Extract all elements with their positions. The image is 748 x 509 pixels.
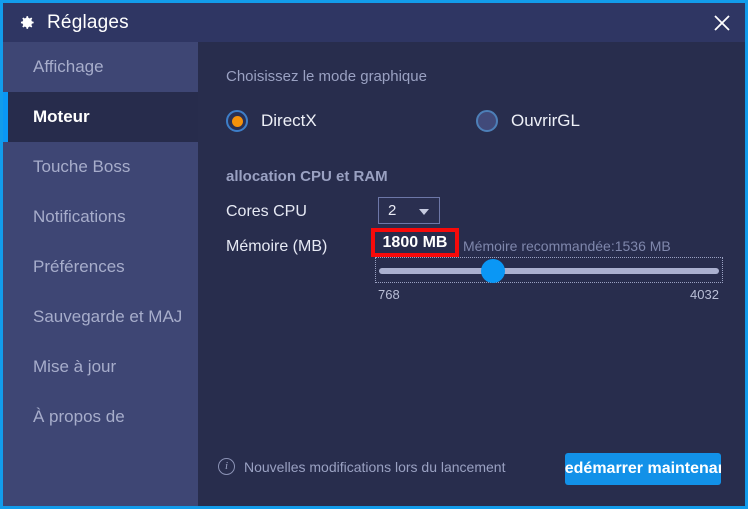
memory-slider-min-label: 768	[378, 287, 400, 302]
sidebar-item-label: Sauvegarde et MAJ	[33, 307, 183, 326]
cores-cpu-value: 2	[388, 202, 397, 219]
sidebar-item-affichage[interactable]: Affichage	[3, 42, 198, 92]
memory-value-highlight: 1800 MB	[371, 228, 459, 257]
radio-directx[interactable]: DirectX	[226, 110, 317, 132]
settings-window: Réglages Affichage Moteur Touche Boss No…	[0, 0, 748, 509]
footer-note: i Nouvelles modifications lors du lancem…	[218, 458, 505, 475]
sidebar-item-label: Touche Boss	[33, 157, 131, 176]
sidebar-item-mise-a-jour[interactable]: Mise à jour	[3, 342, 198, 392]
sidebar-item-label: À propos de	[33, 407, 125, 426]
allocation-heading: allocation CPU et RAM	[226, 168, 388, 185]
chevron-down-icon	[419, 209, 429, 215]
sidebar-item-label: Préférences	[33, 257, 125, 276]
restart-now-button[interactable]: Redémarrer maintenant	[565, 453, 721, 485]
sidebar-item-preferences[interactable]: Préférences	[3, 242, 198, 292]
graphics-mode-options: DirectX OuvrirGL	[226, 110, 726, 142]
cores-cpu-label: Cores CPU	[226, 203, 307, 220]
footer-note-text: Nouvelles modifications lors du lancemen…	[244, 458, 506, 475]
sidebar-item-label: Affichage	[33, 57, 104, 76]
memory-label: Mémoire (MB)	[226, 238, 328, 255]
memory-slider-track	[379, 268, 719, 274]
settings-content: Choisissez le mode graphique DirectX Ouv…	[198, 42, 745, 506]
info-icon: i	[218, 458, 235, 475]
restart-now-button-label: Redémarrer maintenant	[565, 460, 721, 477]
title-bar: Réglages	[3, 3, 745, 42]
sidebar-item-label: Notifications	[33, 207, 126, 226]
memory-value: 1800 MB	[382, 233, 448, 251]
sidebar-item-label: Mise à jour	[33, 357, 117, 376]
sidebar-item-sauvegarde-et-maj[interactable]: Sauvegarde et MAJ	[3, 292, 198, 342]
memory-slider-max-label: 4032	[690, 287, 719, 302]
sidebar-item-a-propos-de[interactable]: À propos de	[3, 392, 198, 442]
memory-slider-handle[interactable]	[481, 259, 505, 283]
radio-selected-icon	[226, 110, 248, 132]
sidebar-item-label: Moteur	[33, 107, 90, 126]
gear-icon	[17, 13, 36, 32]
cores-cpu-dropdown[interactable]: 2	[378, 197, 440, 224]
radio-opengl[interactable]: OuvrirGL	[476, 110, 580, 132]
radio-directx-label: DirectX	[261, 111, 317, 130]
radio-opengl-label: OuvrirGL	[511, 111, 580, 130]
recommended-memory-text: Mémoire recommandée:1536 MB	[463, 238, 671, 254]
close-icon[interactable]	[705, 7, 739, 39]
radio-unselected-icon	[476, 110, 498, 132]
sidebar: Affichage Moteur Touche Boss Notificatio…	[3, 42, 198, 506]
memory-slider[interactable]	[375, 257, 723, 283]
sidebar-item-moteur[interactable]: Moteur	[3, 92, 198, 142]
sidebar-item-notifications[interactable]: Notifications	[3, 192, 198, 242]
sidebar-item-touche-boss[interactable]: Touche Boss	[3, 142, 198, 192]
graphics-mode-heading: Choisissez le mode graphique	[226, 68, 427, 85]
window-title: Réglages	[47, 11, 129, 33]
